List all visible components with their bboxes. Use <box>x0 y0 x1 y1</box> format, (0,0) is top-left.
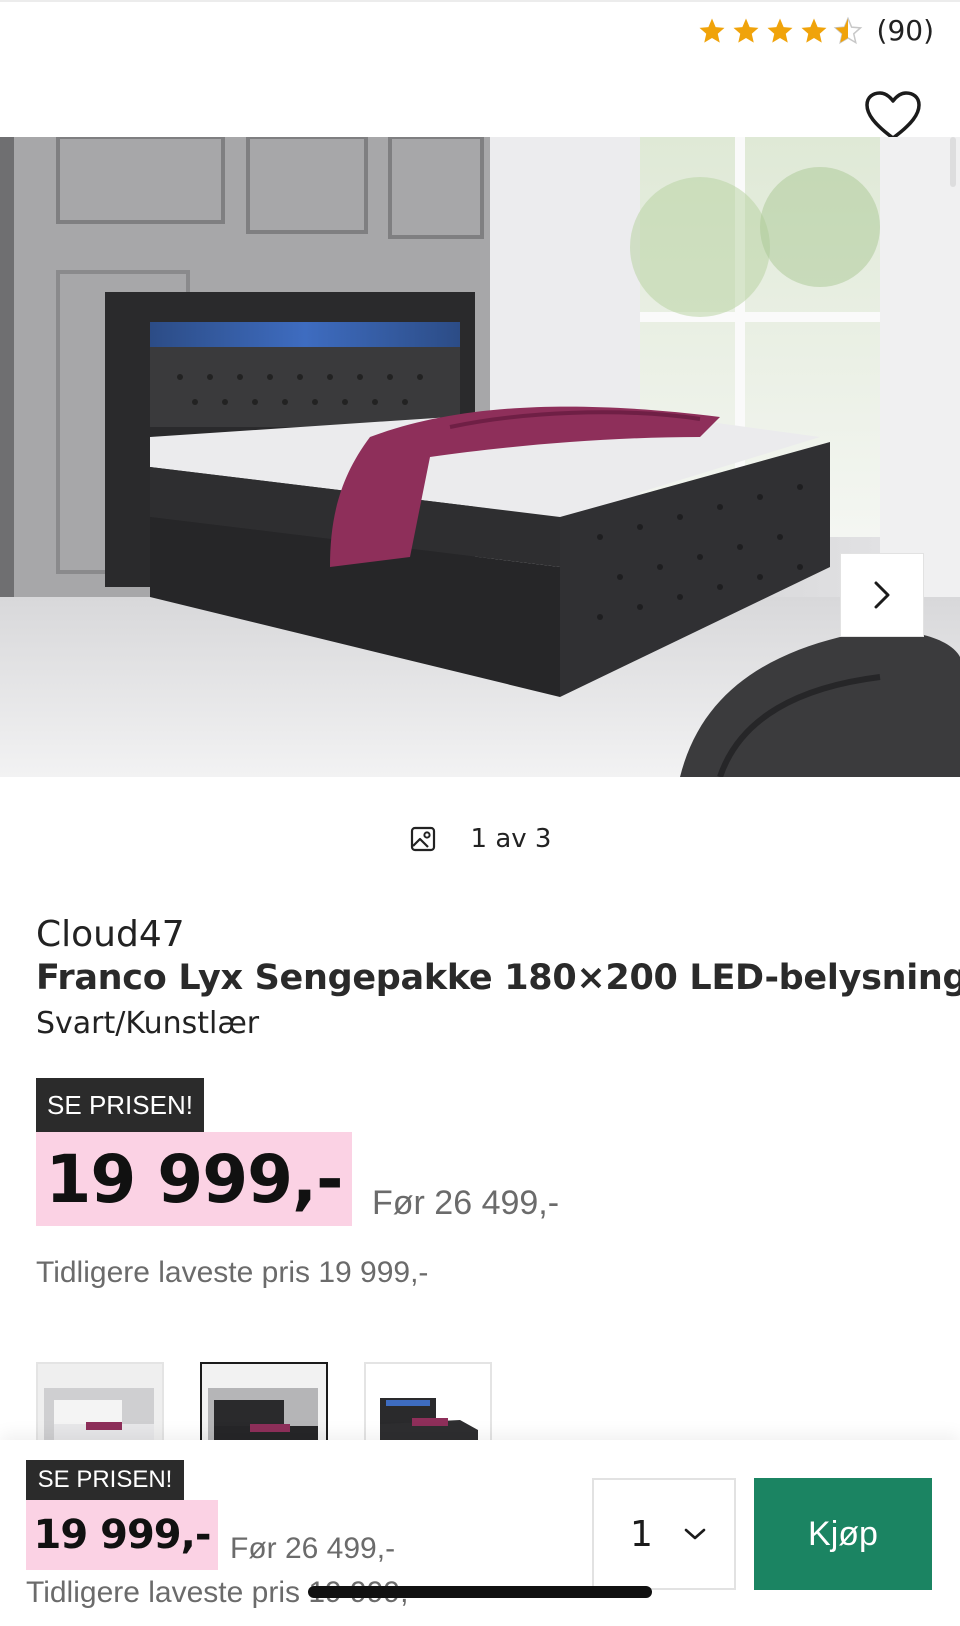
star-half-icon <box>833 16 862 44</box>
previous-price: Før 26 499,- <box>230 1532 396 1565</box>
price-badge: SE PRISEN! <box>26 1460 184 1500</box>
image-icon <box>410 826 435 852</box>
thumbnail[interactable] <box>364 1362 492 1452</box>
product-variant: Svart/Kunstlær <box>36 1006 260 1041</box>
sticky-buy-bar: SE PRISEN! 19 999,- Før 26 499,- Tidlige… <box>0 1440 960 1626</box>
top-divider <box>0 0 960 6</box>
home-indicator[interactable] <box>308 1586 652 1598</box>
star-icon <box>801 18 827 43</box>
product-image[interactable] <box>0 137 960 777</box>
heart-icon <box>865 91 921 140</box>
star-icon <box>767 18 793 43</box>
current-price: 19 999,- <box>36 1132 352 1226</box>
wishlist-button[interactable] <box>864 90 922 142</box>
lowest-price-note: Tidligere laveste pris 19 999,- <box>36 1256 429 1289</box>
quantity-value: 1 <box>630 1513 653 1555</box>
thumbnail[interactable] <box>36 1362 164 1452</box>
rating-stars <box>697 16 863 46</box>
thumbnail-strip <box>36 1362 492 1452</box>
star-icon <box>699 18 725 43</box>
product-rating[interactable]: (90) <box>697 14 934 47</box>
image-counter: 1 av 3 <box>0 824 960 854</box>
thumbnail[interactable] <box>200 1362 328 1452</box>
product-title: Franco Lyx Sengepakke 180×200 LED-belysn… <box>36 958 960 998</box>
scrollbar[interactable] <box>950 137 956 187</box>
rating-count: (90) <box>876 14 934 47</box>
next-image-button[interactable] <box>840 553 924 637</box>
current-price: 19 999,- <box>26 1500 218 1570</box>
quantity-select[interactable]: 1 <box>592 1478 736 1590</box>
chevron-right-icon <box>874 581 890 609</box>
buy-button[interactable]: Kjøp <box>754 1478 932 1590</box>
brand-name[interactable]: Cloud47 <box>36 914 185 955</box>
previous-price: Før 26 499,- <box>372 1184 560 1222</box>
chevron-down-icon <box>684 1528 706 1540</box>
price-badge: SE PRISEN! <box>36 1078 204 1132</box>
image-counter-text: 1 av 3 <box>470 824 552 854</box>
star-icon <box>733 18 759 43</box>
